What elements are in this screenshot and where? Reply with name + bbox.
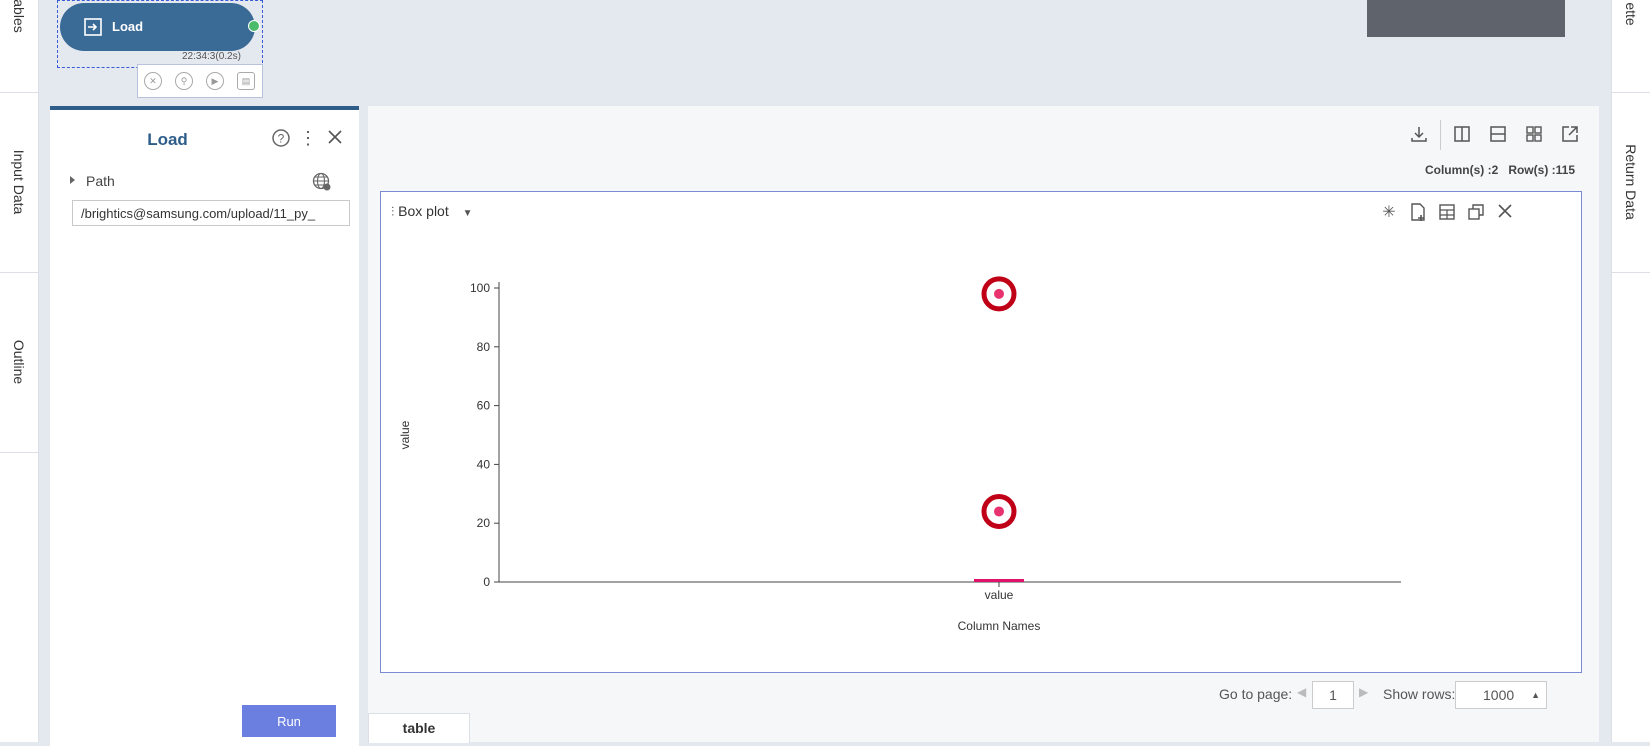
chart-type-selector[interactable]: ⫶ Box plot ▼ bbox=[391, 203, 473, 220]
chart-marks bbox=[974, 276, 1024, 582]
y-tick-label: 40 bbox=[477, 457, 491, 471]
run-button[interactable]: Run bbox=[242, 705, 336, 737]
grid-layout-icon[interactable] bbox=[1523, 124, 1545, 146]
result-panel: Column(s) :2 Row(s) :115 ⫶ Box plot ▼ ✳ … bbox=[368, 106, 1599, 743]
y-tick-label: 0 bbox=[483, 575, 490, 589]
download-icon[interactable] bbox=[1408, 124, 1430, 146]
tab-table[interactable]: table bbox=[368, 713, 470, 743]
duplicate-icon[interactable] bbox=[1465, 202, 1487, 224]
sidebar-tab-outline[interactable]: Outline bbox=[0, 272, 38, 453]
chart-container: ⫶ Box plot ▼ ✳ 0 20 40 60 80 100 value Column N… bbox=[380, 191, 1582, 673]
more-icon[interactable]: ⋮ bbox=[298, 128, 318, 148]
freeze-icon[interactable]: ✳ bbox=[1378, 202, 1400, 224]
row-count: Row(s) :115 bbox=[1508, 163, 1575, 177]
show-rows-label: Show rows: bbox=[1383, 686, 1456, 702]
split-vertical-icon[interactable] bbox=[1451, 124, 1473, 146]
y-tick-label: 100 bbox=[470, 281, 490, 295]
load-node[interactable]: Load bbox=[60, 3, 255, 51]
chart-axes: 0 20 40 60 80 100 value Column Names value bbox=[398, 281, 1401, 633]
node-output-port[interactable] bbox=[248, 20, 260, 32]
y-tick-label: 60 bbox=[477, 399, 491, 413]
globe-icon[interactable] bbox=[312, 172, 332, 197]
column-row-count: Column(s) :2 Row(s) :115 bbox=[1425, 163, 1575, 177]
outlier-point bbox=[994, 506, 1004, 517]
node-run-time: 22:34:3(0.2s) bbox=[182, 51, 241, 62]
pager: Go to page: ◀ 1 ▶ Show rows: 1000 ▲ bbox=[1215, 681, 1575, 709]
close-icon[interactable] bbox=[325, 128, 345, 148]
add-document-icon[interactable] bbox=[1407, 202, 1429, 224]
outlier-point bbox=[994, 288, 1004, 299]
sidebar-tab-variables[interactable]: ables bbox=[0, 0, 38, 93]
sidebar-tab-return-data[interactable]: Return Data bbox=[1612, 92, 1650, 273]
node-toolbar: ✕ ⚲ ▶ ▤ bbox=[137, 64, 263, 98]
help-icon[interactable]: ? bbox=[271, 128, 291, 148]
y-tick-label: 20 bbox=[477, 516, 491, 530]
sidebar-tab-label: ables bbox=[11, 0, 27, 33]
toolbar-divider bbox=[1440, 120, 1441, 150]
panel-title: Load bbox=[147, 130, 188, 149]
sidebar-tab-palette[interactable]: ette bbox=[1612, 0, 1650, 93]
popout-icon[interactable] bbox=[1559, 124, 1581, 146]
go-to-page-label: Go to page: bbox=[1219, 686, 1293, 702]
remove-icon[interactable]: ✕ bbox=[144, 72, 162, 90]
box-plot: 0 20 40 60 80 100 value Column Names value bbox=[398, 276, 1401, 633]
table-view-icon[interactable] bbox=[1436, 202, 1458, 224]
prev-page-icon[interactable]: ◀ bbox=[1297, 685, 1306, 699]
rows-select[interactable]: 1000 ▲ bbox=[1455, 681, 1547, 709]
left-sidebar: ables Input Data Outline bbox=[0, 0, 39, 742]
play-icon[interactable]: ▶ bbox=[206, 72, 224, 90]
x-axis-title: Column Names bbox=[958, 619, 1041, 633]
expand-caret-icon[interactable] bbox=[70, 176, 75, 184]
property-panel: Load ? ⋮ Path Run bbox=[50, 106, 359, 746]
y-axis-title: value bbox=[398, 420, 412, 449]
chevron-down-icon: ▼ bbox=[462, 208, 473, 219]
share-icon[interactable]: ⚲ bbox=[175, 72, 193, 90]
node-label: Load bbox=[112, 19, 144, 34]
caret-up-icon: ▲ bbox=[1531, 690, 1540, 700]
next-page-icon[interactable]: ▶ bbox=[1359, 685, 1368, 699]
chart-settings-icon: ⫶ bbox=[391, 204, 395, 219]
box-iqr bbox=[974, 579, 1024, 582]
import-icon bbox=[84, 18, 102, 36]
sidebar-tab-label: Input Data bbox=[11, 149, 27, 215]
svg-text:?: ? bbox=[278, 132, 285, 146]
page-input[interactable]: 1 bbox=[1312, 681, 1354, 709]
close-chart-icon[interactable] bbox=[1494, 202, 1516, 224]
sidebar-tab-label: Return Data bbox=[1623, 144, 1639, 220]
rows-value: 1000 bbox=[1483, 687, 1515, 703]
chart-type-label: Box plot bbox=[398, 203, 449, 219]
split-horizontal-icon[interactable] bbox=[1487, 124, 1509, 146]
path-input[interactable] bbox=[72, 200, 350, 226]
clipboard-icon[interactable]: ▤ bbox=[237, 72, 255, 90]
column-count: Column(s) :2 bbox=[1424, 163, 1499, 177]
path-label: Path bbox=[86, 173, 115, 189]
sidebar-tab-input-data[interactable]: Input Data bbox=[0, 92, 38, 273]
sidebar-tab-label: Outline bbox=[11, 339, 27, 385]
x-tick-label: value bbox=[985, 588, 1014, 602]
right-sidebar: ette Return Data bbox=[1611, 0, 1650, 742]
sidebar-tab-label: ette bbox=[1623, 2, 1639, 26]
minimap[interactable] bbox=[1367, 0, 1565, 37]
y-tick-label: 80 bbox=[477, 340, 491, 354]
